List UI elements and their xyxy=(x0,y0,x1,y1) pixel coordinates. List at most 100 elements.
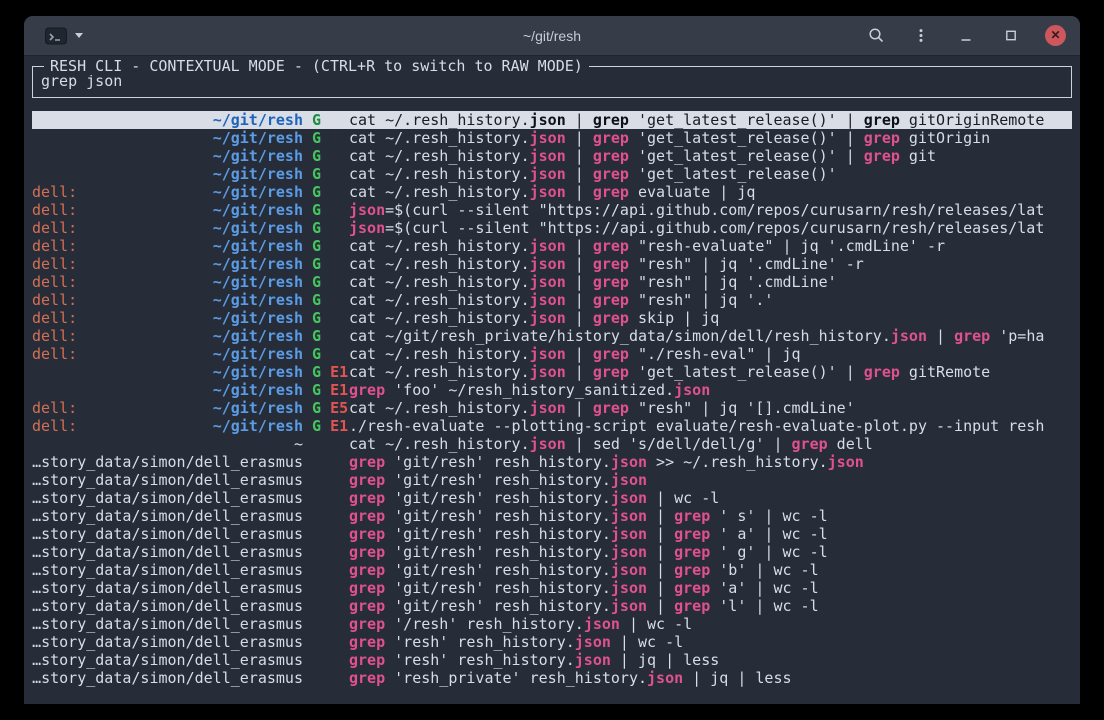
match-highlight: grep xyxy=(349,651,385,669)
status-flags xyxy=(303,507,349,525)
command-text: grep 'git/resh' resh_history.json | grep… xyxy=(349,597,1072,615)
history-row[interactable]: …story_data/simon/dell_erasmusgrep 'git/… xyxy=(32,525,1072,543)
history-row[interactable]: …story_data/simon/dell_erasmusgrep 'resh… xyxy=(32,633,1072,651)
host-label: dell: xyxy=(32,399,77,417)
maximize-button[interactable] xyxy=(1000,25,1022,47)
match-highlight: json xyxy=(530,309,566,327)
minimize-button[interactable] xyxy=(955,25,977,47)
history-row[interactable]: …story_data/simon/dell_erasmusgrep '/res… xyxy=(32,615,1072,633)
command-text: cat ~/.resh_history.json | grep skip | j… xyxy=(349,309,1072,327)
row-location: …story_data/simon/dell_erasmus xyxy=(32,615,303,633)
history-row[interactable]: dell:~/git/resh Gcat ~/.resh_history.jso… xyxy=(32,237,1072,255)
match-highlight: json xyxy=(611,489,647,507)
history-row[interactable]: dell:~/git/resh Gcat ~/.resh_history.jso… xyxy=(32,291,1072,309)
status-flag: G xyxy=(312,363,321,381)
history-row[interactable]: ~/git/resh Gcat ~/.resh_history.json | g… xyxy=(32,111,1072,129)
command-text: grep 'git/resh' resh_history.json | grep… xyxy=(349,579,1072,597)
history-row[interactable]: ~/git/resh Gcat ~/.resh_history.json | g… xyxy=(32,147,1072,165)
match-highlight: json xyxy=(611,579,647,597)
row-location: …story_data/simon/dell_erasmus xyxy=(32,651,303,669)
tab-switcher[interactable] xyxy=(38,26,83,46)
command-text: grep 'git/resh' resh_history.json | grep… xyxy=(349,543,1072,561)
history-row[interactable]: …story_data/simon/dell_erasmus grep 'git/… xyxy=(32,543,1072,561)
directory-label: ~/git/resh xyxy=(213,345,303,363)
status-flags: G xyxy=(303,201,349,219)
history-row[interactable]: …story_data/simon/dell_erasmusgrep 'git/… xyxy=(32,561,1072,579)
command-text: cat ~/.resh_history.json | grep "resh" |… xyxy=(349,255,1072,273)
match-highlight: grep xyxy=(593,345,629,363)
history-row[interactable]: …story_data/simon/dell_erasmusgrep 'git/… xyxy=(32,471,1072,489)
row-location: …story_data/simon/dell_erasmus xyxy=(32,525,303,543)
chevron-down-icon xyxy=(75,33,83,38)
status-flags: G xyxy=(303,327,349,345)
match-highlight: grep xyxy=(349,489,385,507)
close-button[interactable]: ✕ xyxy=(1045,25,1066,46)
directory-label: …story_data/simon/dell_erasmus xyxy=(32,597,303,615)
directory-label: ~/git/resh xyxy=(213,201,303,219)
history-row[interactable]: …story_data/simon/dell_erasmusgrep 'git/… xyxy=(32,453,1072,471)
directory-label: ~/git/resh xyxy=(213,255,303,273)
history-row[interactable]: ~/git/resh Gcat ~/.resh_history.json | g… xyxy=(32,129,1072,147)
history-row[interactable]: …story_data/simon/dell_erasmusgrep 'git/… xyxy=(32,579,1072,597)
history-row[interactable]: dell:~/git/resh G E5cat ~/.resh_history.… xyxy=(32,399,1072,417)
history-row[interactable]: …story_data/simon/dell_erasmusgrep 'git/… xyxy=(32,507,1072,525)
menu-kebab-icon[interactable] xyxy=(910,25,932,47)
history-row[interactable]: dell:~/git/resh Gcat ~/.resh_history.jso… xyxy=(32,183,1072,201)
history-row[interactable]: dell:~/git/resh G E1./resh-evaluate --pl… xyxy=(32,417,1072,435)
host-label: dell: xyxy=(32,237,77,255)
row-location: dell:~/git/resh xyxy=(32,399,303,417)
match-highlight: json xyxy=(530,129,566,147)
status-flags: G xyxy=(303,273,349,291)
history-row[interactable]: dell:~/git/resh Gcat ~/.resh_history.jso… xyxy=(32,273,1072,291)
directory-label: ~/git/resh xyxy=(213,291,303,309)
status-flag: G xyxy=(312,147,321,165)
match-highlight: grep xyxy=(349,597,385,615)
history-row[interactable]: …story_data/simon/dell_erasmus grep 'git/… xyxy=(32,597,1072,615)
status-flag: G xyxy=(312,255,321,273)
match-highlight: json xyxy=(611,471,647,489)
directory-label: …story_data/simon/dell_erasmus xyxy=(32,669,303,687)
row-location: …story_data/simon/dell_erasmus xyxy=(32,543,303,561)
match-highlight: grep xyxy=(593,183,629,201)
history-row[interactable]: dell:~/git/resh Gjson=$(curl --silent "h… xyxy=(32,201,1072,219)
status-flags xyxy=(303,471,349,489)
history-row[interactable]: ~/git/resh G E1cat ~/.resh_history.json … xyxy=(32,363,1072,381)
match-highlight: json xyxy=(611,597,647,615)
history-row[interactable]: …story_data/simon/dell_erasmusgrep 'resh… xyxy=(32,669,1072,687)
history-row[interactable]: dell:~/git/resh Gcat ~/git/resh_private/… xyxy=(32,327,1072,345)
row-location: dell:~/git/resh xyxy=(32,417,303,435)
match-highlight: json xyxy=(828,453,864,471)
host-label: dell: xyxy=(32,327,77,345)
command-text: cat ~/.resh_history.json | grep "resh-ev… xyxy=(349,237,1072,255)
status-flags: G E1 xyxy=(303,381,349,399)
history-row[interactable]: dell:~/git/resh Gcat ~/.resh_history.jso… xyxy=(32,255,1072,273)
status-flag: G xyxy=(312,273,321,291)
history-row[interactable]: dell:~/git/resh Gcat ~/.resh_history.jso… xyxy=(32,309,1072,327)
row-location: …story_data/simon/dell_erasmus xyxy=(32,489,303,507)
command-text: ./resh-evaluate --plotting-script evalua… xyxy=(349,417,1072,435)
status-flag: G xyxy=(312,417,321,435)
host-label: dell: xyxy=(32,219,77,237)
command-text: grep 'git/resh' resh_history.json | wc -… xyxy=(349,489,1072,507)
history-row[interactable]: dell:~/git/resh Gjson=$(curl --silent "h… xyxy=(32,219,1072,237)
history-row[interactable]: …story_data/simon/dell_erasmusgrep 'resh… xyxy=(32,651,1072,669)
history-row[interactable]: dell:~/git/resh Gcat ~/.resh_history.jso… xyxy=(32,345,1072,363)
titlebar[interactable]: ~/git/resh xyxy=(24,16,1080,56)
match-highlight: json xyxy=(530,111,566,129)
status-flags xyxy=(303,651,349,669)
history-row[interactable]: ~cat ~/.resh_history.json | sed 's/dell/… xyxy=(32,435,1072,453)
history-row[interactable]: ~/git/resh G E1grep 'foo' ~/resh_history… xyxy=(32,381,1072,399)
row-location: ~/git/resh xyxy=(32,147,303,165)
command-text: cat ~/.resh_history.json | grep "resh" |… xyxy=(349,291,1072,309)
match-highlight: grep xyxy=(349,525,385,543)
match-highlight: grep xyxy=(593,309,629,327)
search-icon[interactable] xyxy=(865,25,887,47)
command-text: cat ~/.resh_history.json | grep "resh" |… xyxy=(349,273,1072,291)
command-text: grep 'git/resh' resh_history.json | grep… xyxy=(349,561,1072,579)
status-flags xyxy=(303,561,349,579)
history-row[interactable]: ~/git/resh Gcat ~/.resh_history.json | g… xyxy=(32,165,1072,183)
status-flags xyxy=(303,579,349,597)
match-highlight: grep xyxy=(593,399,629,417)
history-row[interactable]: …story_data/simon/dell_erasmus grep 'git/… xyxy=(32,489,1072,507)
status-flags: G xyxy=(303,165,349,183)
